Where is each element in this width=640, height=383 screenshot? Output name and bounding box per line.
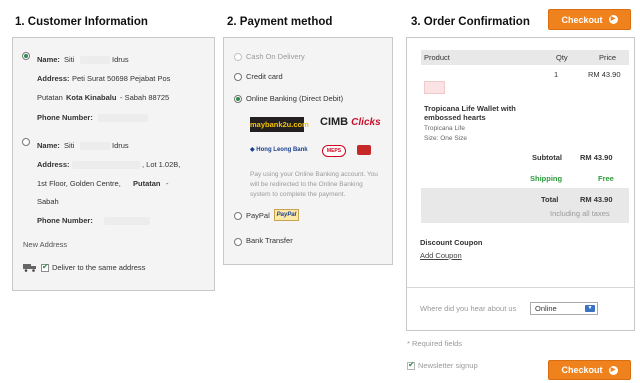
name-label: Name: xyxy=(37,55,60,64)
address-line3: Sabah xyxy=(37,197,59,206)
address-line2-city: Putatan xyxy=(133,179,161,188)
address-line1: Peti Surat 50698 Pejabat Pos xyxy=(72,74,171,83)
payment-radio-cod[interactable] xyxy=(234,53,242,61)
name-label: Name: xyxy=(37,141,60,150)
address-radio-2[interactable] xyxy=(22,138,30,146)
address-line2: 1st Floor, Golden Centre, xyxy=(37,179,121,188)
checkout-button-top[interactable]: Checkout ▶ xyxy=(548,9,631,30)
item-price: RM 43.90 xyxy=(588,70,621,79)
item-name-2[interactable]: embossed hearts xyxy=(424,113,486,123)
payment-option-online: Online Banking (Direct Debit) xyxy=(246,94,344,103)
address-radio-1[interactable] xyxy=(22,52,30,60)
address-label: Address: xyxy=(37,160,70,169)
col-product: Product xyxy=(424,53,450,62)
hear-select[interactable]: Online ▼ xyxy=(530,302,598,315)
address-line2-prefix: Putatan xyxy=(37,93,63,102)
hear-value: Online xyxy=(535,304,557,313)
deliver-same-checkbox[interactable] xyxy=(41,262,49,272)
subtotal-label: Subtotal xyxy=(532,153,562,162)
payment-title: 2. Payment method xyxy=(227,16,333,28)
required-note: * Required fields xyxy=(407,339,463,348)
payment-radio-online[interactable] xyxy=(234,95,242,103)
coupon-title: Discount Coupon xyxy=(420,238,483,247)
name-first: Siti xyxy=(64,141,75,150)
newsletter-checkbox[interactable] xyxy=(407,360,415,370)
newsletter-label: Newsletter signup xyxy=(418,361,478,370)
redacted-phone xyxy=(104,217,150,225)
order-title: 3. Order Confirmation xyxy=(411,16,530,28)
online-note-3: system to complete the payment. xyxy=(250,191,346,198)
add-coupon-link[interactable]: Add Coupon xyxy=(420,251,462,261)
hear-label: Where did you hear about us xyxy=(420,304,517,313)
payment-radio-card[interactable] xyxy=(234,73,242,81)
redacted-address xyxy=(72,161,140,169)
online-note-1: Pay using your Online Banking account. Y… xyxy=(250,171,378,178)
phone-label: Phone Number: xyxy=(37,216,93,225)
total-value: RM 43.90 xyxy=(580,195,613,204)
deliver-same-label: Deliver to the same address xyxy=(52,263,146,272)
payment-option-cod: Cash On Delivery xyxy=(246,52,305,61)
checkout-label: Checkout xyxy=(561,14,603,25)
payment-radio-paypal[interactable] xyxy=(234,212,242,220)
payment-option-paypal: PayPal xyxy=(246,211,270,220)
redacted-name xyxy=(80,56,110,64)
arrow-right-icon: ▶ xyxy=(608,15,618,24)
cimb-clicks-logo: CIMB Clicks xyxy=(320,116,381,128)
tax-note: Including all taxes xyxy=(550,209,610,218)
online-note-2: will be redirected to the Online Banking xyxy=(250,181,363,188)
item-qty: 1 xyxy=(554,70,559,79)
address-line2-city: Kota Kinabalu xyxy=(66,93,117,102)
hong-leong-logo: ◆ Hong Leong Bank xyxy=(250,147,308,153)
col-qty: Qty xyxy=(556,53,568,62)
name-last: Idrus xyxy=(112,55,129,64)
address-line2-rest: - Sabah 88725 xyxy=(120,93,170,102)
shipping-label: Shipping xyxy=(530,174,563,183)
redacted-name xyxy=(80,142,110,150)
payment-radio-transfer[interactable] xyxy=(234,238,242,246)
order-table-header xyxy=(421,50,629,65)
chevron-down-icon: ▼ xyxy=(585,305,595,312)
truck-icon xyxy=(23,264,36,272)
address-label: Address: xyxy=(37,74,70,83)
meps-fpx-logo: MEPS xyxy=(322,145,346,157)
new-address-link[interactable]: New Address xyxy=(23,240,67,250)
col-price: Price xyxy=(599,53,617,62)
item-brand: Tropicana Life xyxy=(424,125,465,132)
total-label: Total xyxy=(541,195,559,204)
payment-option-transfer: Bank Transfer xyxy=(246,236,293,245)
phone-label: Phone Number: xyxy=(37,113,93,122)
divider xyxy=(407,287,634,288)
bank-badge-icon xyxy=(357,145,371,155)
subtotal-value: RM 43.90 xyxy=(580,153,613,162)
name-first: Siti xyxy=(64,55,75,64)
customer-title: 1. Customer Information xyxy=(15,16,148,28)
paypal-logo: PayPal xyxy=(274,209,299,221)
address-line1-tail: , Lot 1.02B, xyxy=(142,160,181,169)
redacted-phone xyxy=(98,114,148,122)
maybank-logo: maybank2u.com xyxy=(250,117,309,132)
arrow-right-icon: ▶ xyxy=(608,365,618,375)
item-size: Size: One Size xyxy=(424,135,467,142)
payment-option-card: Credit card xyxy=(246,72,283,81)
checkout-label: Checkout xyxy=(561,365,603,375)
product-thumbnail xyxy=(424,81,445,94)
name-last: Idrus xyxy=(112,141,129,150)
checkout-button-bottom[interactable]: Checkout ▶ xyxy=(548,360,631,380)
address-line2-dash: - xyxy=(166,179,169,188)
shipping-value: Free xyxy=(598,174,614,183)
